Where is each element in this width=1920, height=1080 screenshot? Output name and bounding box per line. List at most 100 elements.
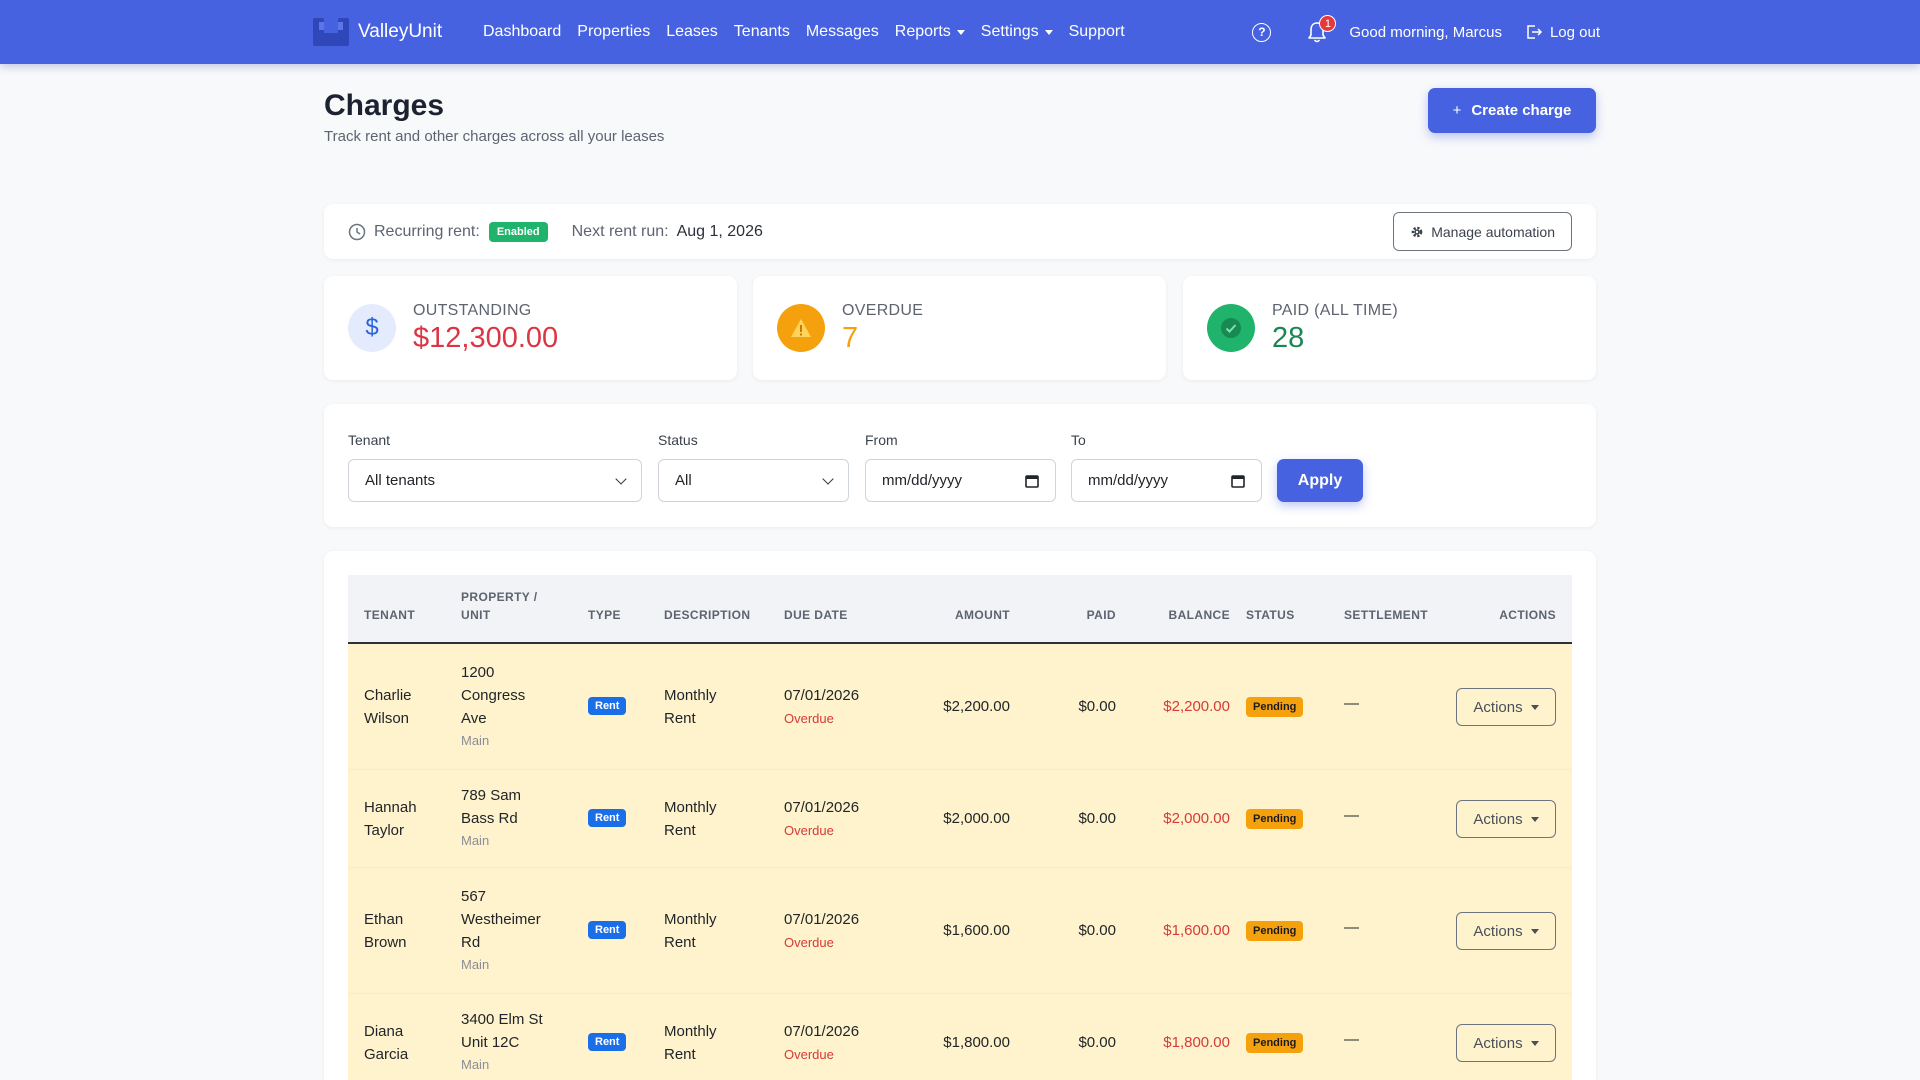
notifications-button[interactable]: 1 bbox=[1307, 15, 1337, 43]
caret-down-icon bbox=[956, 29, 965, 35]
actions-dropdown-button[interactable]: Actions bbox=[1456, 688, 1556, 726]
type-badge: Rent bbox=[588, 809, 627, 827]
due-date-value: 07/01/2026 bbox=[784, 1023, 860, 1040]
cell-settlement: — bbox=[1344, 807, 1359, 824]
tenant-first-name: Diana bbox=[364, 1023, 404, 1040]
dollar-icon: $ bbox=[348, 304, 396, 352]
nav-properties[interactable]: Properties bbox=[577, 23, 650, 41]
next-run-value: Aug 1, 2026 bbox=[676, 222, 763, 240]
nav-dashboard[interactable]: Dashboard bbox=[483, 23, 561, 41]
overdue-label: Overdue bbox=[784, 711, 834, 726]
th-property-line1: PROPERTY / bbox=[461, 590, 538, 604]
chevron-down-icon bbox=[615, 472, 627, 485]
nav-settings-label: Settings bbox=[980, 23, 1039, 40]
cell-tenant[interactable]: Diana Garcia bbox=[364, 1020, 408, 1066]
nav-leases[interactable]: Leases bbox=[666, 23, 718, 41]
tenant-first-name: Ethan bbox=[364, 911, 404, 928]
th-status[interactable]: STATUS bbox=[1246, 606, 1295, 624]
stat-paid-value: 28 bbox=[1272, 321, 1305, 354]
th-due-date[interactable]: DUE DATE bbox=[784, 606, 848, 624]
actions-dropdown-button[interactable]: Actions bbox=[1456, 800, 1556, 838]
cell-balance: $1,800.00 bbox=[1163, 1034, 1230, 1051]
create-charge-button[interactable]: + Create charge bbox=[1428, 88, 1596, 133]
nav-support[interactable]: Support bbox=[1069, 23, 1125, 41]
description-line: Monthly bbox=[664, 799, 717, 816]
status-select-value: All bbox=[675, 472, 692, 489]
status-badge: Pending bbox=[1246, 697, 1304, 717]
to-date-input[interactable]: mm/dd/yyyy bbox=[1071, 459, 1262, 502]
from-date-placeholder: mm/dd/yyyy bbox=[882, 472, 963, 489]
due-date-value: 07/01/2026 bbox=[784, 911, 860, 928]
th-tenant[interactable]: TENANT bbox=[364, 606, 415, 624]
cell-paid: $0.00 bbox=[1078, 1034, 1116, 1051]
logout-link[interactable]: Log out bbox=[1526, 24, 1600, 41]
nav-messages[interactable]: Messages bbox=[806, 23, 879, 41]
th-settlement[interactable]: SETTLEMENT bbox=[1344, 606, 1428, 624]
table-row: Ethan Brown 567 Westheimer Rd Main Rent … bbox=[348, 868, 1572, 994]
th-paid[interactable]: PAID bbox=[1056, 606, 1116, 624]
cell-paid: $0.00 bbox=[1078, 922, 1116, 939]
recurring-rent-card: Recurring rent: Enabled Next rent run: A… bbox=[324, 204, 1596, 259]
cell-description: Monthly Rent bbox=[664, 796, 717, 842]
caret-down-icon bbox=[1530, 816, 1539, 822]
cell-description: Monthly Rent bbox=[664, 684, 717, 730]
cell-property: 789 Sam Bass Rd Main bbox=[461, 784, 521, 852]
cell-settlement: — bbox=[1344, 695, 1359, 712]
tenant-select-value: All tenants bbox=[365, 472, 436, 489]
cell-due-date: 07/01/2026 Overdue bbox=[784, 684, 859, 730]
cell-tenant[interactable]: Charlie Wilson bbox=[364, 684, 412, 730]
brand-name: ValleyUnit bbox=[358, 21, 443, 42]
cell-tenant[interactable]: Ethan Brown bbox=[364, 908, 407, 954]
th-amount[interactable]: AMOUNT bbox=[930, 606, 1010, 624]
th-description[interactable]: DESCRIPTION bbox=[664, 606, 750, 624]
th-balance[interactable]: BALANCE bbox=[1148, 606, 1230, 624]
brand-logo-icon bbox=[313, 18, 349, 46]
gear-icon bbox=[1411, 226, 1423, 237]
nav-settings-dropdown[interactable]: Settings bbox=[981, 23, 1053, 41]
tenant-last-name: Wilson bbox=[364, 710, 410, 727]
actions-label: Actions bbox=[1473, 810, 1523, 828]
cell-tenant[interactable]: Hannah Taylor bbox=[364, 796, 417, 842]
recurring-status-badge: Enabled bbox=[488, 221, 548, 242]
stat-outstanding: $ OUTSTANDING $12,300.00 bbox=[324, 276, 737, 380]
due-date-value: 07/01/2026 bbox=[784, 687, 860, 704]
cell-settlement: — bbox=[1344, 919, 1359, 936]
help-icon[interactable]: ? bbox=[1252, 22, 1272, 42]
logout-label: Log out bbox=[1549, 23, 1600, 41]
nav-reports-dropdown[interactable]: Reports bbox=[895, 23, 965, 41]
tenant-last-name: Taylor bbox=[364, 822, 405, 839]
status-badge: Pending bbox=[1246, 1033, 1304, 1053]
nav-tenants[interactable]: Tenants bbox=[734, 23, 790, 41]
tenant-select[interactable]: All tenants bbox=[348, 459, 642, 502]
calendar-icon bbox=[1231, 474, 1245, 488]
table-row: Charlie Wilson 1200 Congress Ave Main Re… bbox=[348, 644, 1572, 770]
warning-icon bbox=[777, 304, 825, 352]
overdue-label: Overdue bbox=[784, 823, 834, 838]
status-badge: Pending bbox=[1246, 921, 1304, 941]
manage-automation-label: Manage automation bbox=[1431, 223, 1555, 240]
unit-label: Main bbox=[461, 1057, 490, 1072]
stat-overdue: OVERDUE 7 bbox=[753, 276, 1166, 380]
description-line: Rent bbox=[664, 934, 696, 951]
top-navbar: ValleyUnit Dashboard Properties Leases T… bbox=[0, 0, 1920, 64]
status-select[interactable]: All bbox=[658, 459, 849, 502]
caret-down-icon bbox=[1530, 928, 1539, 934]
description-line: Rent bbox=[664, 822, 696, 839]
cell-balance: $1,600.00 bbox=[1163, 922, 1230, 939]
check-circle-icon bbox=[1207, 304, 1255, 352]
th-property[interactable]: PROPERTY / UNIT bbox=[461, 588, 537, 624]
actions-dropdown-button[interactable]: Actions bbox=[1456, 912, 1556, 950]
description-line: Rent bbox=[664, 1046, 696, 1063]
stat-overdue-label: OVERDUE bbox=[842, 301, 924, 319]
th-type[interactable]: TYPE bbox=[588, 606, 621, 624]
from-date-input[interactable]: mm/dd/yyyy bbox=[865, 459, 1056, 502]
manage-automation-button[interactable]: Manage automation bbox=[1393, 212, 1572, 251]
table-row: Hannah Taylor 789 Sam Bass Rd Main Rent … bbox=[348, 770, 1572, 868]
property-line: 3400 Elm St bbox=[461, 1011, 543, 1028]
actions-dropdown-button[interactable]: Actions bbox=[1456, 1024, 1556, 1062]
tenant-first-name: Charlie bbox=[364, 687, 412, 704]
property-line: Unit 12C bbox=[461, 1034, 520, 1051]
brand[interactable]: ValleyUnit bbox=[313, 18, 442, 46]
apply-filters-button[interactable]: Apply bbox=[1277, 459, 1363, 502]
cell-amount: $2,000.00 bbox=[943, 810, 1010, 827]
